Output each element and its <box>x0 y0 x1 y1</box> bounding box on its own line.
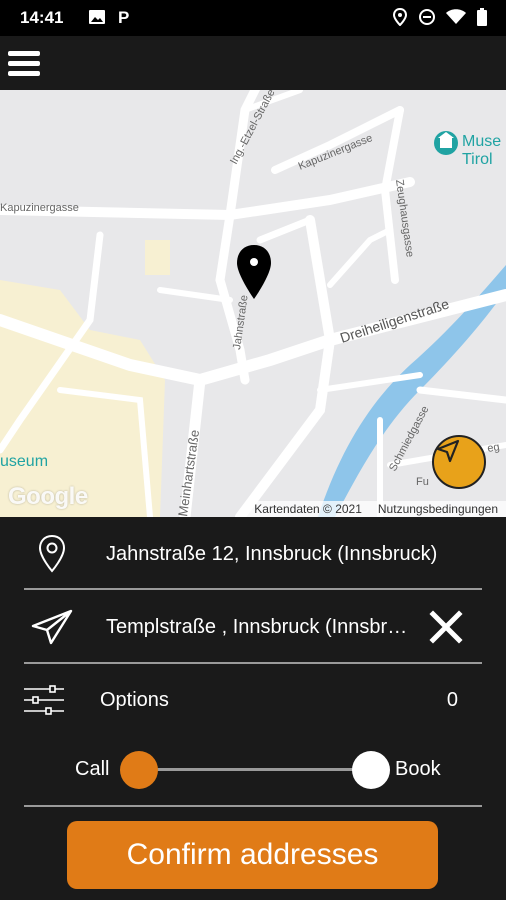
options-label: Options <box>100 688 169 711</box>
google-logo: Google <box>8 483 88 510</box>
divider <box>24 805 482 807</box>
map-terms-link[interactable]: Nutzungsbedingungen <box>378 502 498 516</box>
poi-label: Muse <box>462 133 501 150</box>
divider <box>24 662 482 664</box>
map-view[interactable]: Kapuzinergasse Kapuzinergasse Ing.-Etzel… <box>0 90 506 517</box>
call-knob[interactable] <box>120 751 158 789</box>
call-label: Call <box>75 758 110 780</box>
pickup-address-row[interactable]: Jahnstraße 12, Innsbruck (Innsbruck) <box>24 529 482 579</box>
confirm-addresses-button[interactable]: Confirm addresses <box>67 821 438 889</box>
close-icon[interactable] <box>426 607 466 647</box>
send-arrow-icon <box>24 609 80 645</box>
map-attribution-text: Kartendaten © 2021 <box>254 502 362 516</box>
street-label: Zeughausgasse <box>393 179 416 258</box>
street-label: Kapuzinergasse <box>0 202 79 214</box>
map-pin-icon <box>237 245 271 299</box>
status-bar: 14:41 P <box>0 0 506 36</box>
image-icon <box>88 8 106 31</box>
street-label: Meinhartstraße <box>175 429 202 517</box>
options-count: 0 <box>446 688 458 711</box>
address-panel: Jahnstraße 12, Innsbruck (Innsbruck) Tem… <box>0 517 506 900</box>
svg-text:P: P <box>118 8 129 26</box>
location-icon <box>392 7 408 31</box>
parking-icon: P <box>116 8 134 31</box>
wifi-icon <box>446 9 466 30</box>
book-label: Book <box>395 758 441 780</box>
destination-address-row[interactable]: Templstraße , Innsbruck (Innsbruck) <box>24 602 482 652</box>
status-time: 14:41 <box>20 8 64 27</box>
museum-icon <box>434 131 458 155</box>
sliders-icon <box>24 685 64 715</box>
street-label: Fu <box>416 476 429 488</box>
map-canvas: Kapuzinergasse Kapuzinergasse Ing.-Etzel… <box>0 90 506 517</box>
street-label: Dreiheiligenstraße <box>338 295 451 345</box>
toggle-track <box>140 768 370 771</box>
pickup-address: Jahnstraße 12, Innsbruck (Innsbruck) <box>106 542 438 565</box>
do-not-disturb-icon <box>418 8 436 31</box>
street-label: eg <box>486 441 500 455</box>
location-pin-outline-icon <box>24 534 80 574</box>
options-row[interactable]: Options 0 <box>24 677 482 723</box>
app-bar <box>0 36 506 90</box>
navigation-arrow-icon <box>436 439 460 463</box>
street-label: Jahnstraße <box>231 294 251 350</box>
map-attribution: Kartendaten © 2021 Nutzungsbedingungen <box>246 501 506 517</box>
book-knob[interactable] <box>352 751 390 789</box>
poi-label: Tirol <box>462 151 493 168</box>
divider <box>24 588 482 590</box>
locate-button[interactable] <box>432 435 486 489</box>
poi-label: useum <box>0 453 48 470</box>
call-book-toggle[interactable]: Call Book <box>0 747 506 791</box>
battery-icon <box>476 8 488 31</box>
hamburger-menu-icon[interactable] <box>6 46 42 80</box>
destination-address: Templstraße , Innsbruck (Innsbruck) <box>106 615 408 638</box>
